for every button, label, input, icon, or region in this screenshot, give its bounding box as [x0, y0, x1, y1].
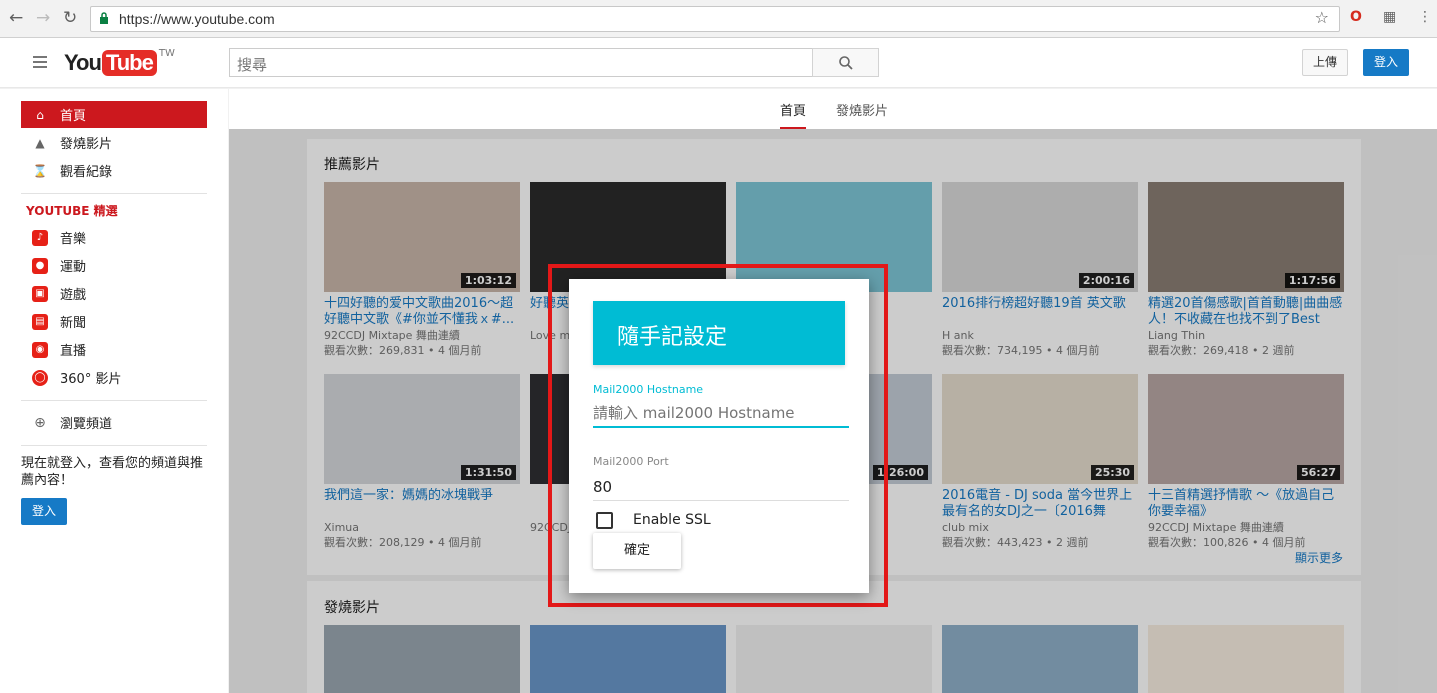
- add-circle-icon: ⊕: [34, 414, 46, 431]
- hourglass-icon: ⌛: [32, 163, 48, 178]
- extension-opera-icon[interactable]: O: [1350, 9, 1362, 25]
- sidebar-item-gaming[interactable]: ▣ 遊戲: [21, 280, 207, 307]
- sidebar-item-browse-channels[interactable]: ⊕ 瀏覽頻道: [21, 409, 207, 436]
- menu-kebab-icon[interactable]: ⋮: [1418, 9, 1432, 25]
- hostname-input[interactable]: [593, 400, 849, 426]
- sidebar-item-history[interactable]: ⌛ 觀看紀錄: [21, 157, 207, 184]
- divider: [21, 445, 207, 446]
- confirm-button[interactable]: 確定: [593, 533, 681, 569]
- back-icon[interactable]: ←: [9, 8, 23, 28]
- sidebar-item-news[interactable]: ▤ 新聞: [21, 308, 207, 335]
- extension-icon[interactable]: ▦: [1383, 9, 1396, 25]
- tab-home[interactable]: 首頁: [780, 100, 807, 129]
- hostname-underline: [593, 426, 849, 428]
- hostname-label: Mail2000 Hostname: [593, 383, 704, 396]
- browser-toolbar: ← → ↻ https://www.youtube.com ☆ O ▦ ⋮: [0, 0, 1437, 38]
- sidebar-item-trending[interactable]: ▲ 發燒影片: [21, 129, 207, 156]
- signin-button[interactable]: 登入: [1363, 49, 1409, 76]
- gamepad-icon: ▣: [32, 285, 48, 302]
- port-input[interactable]: [593, 474, 849, 500]
- guide-menu-icon[interactable]: [33, 56, 47, 68]
- region-code: TW: [158, 48, 175, 59]
- sidebar-item-live[interactable]: ◉ 直播: [21, 336, 207, 363]
- settings-dialog: 隨手記設定 Mail2000 Hostname Mail2000 Port En…: [569, 279, 869, 593]
- tab-bar: 首頁 發燒影片: [229, 89, 1437, 129]
- 360-video-icon: ◯: [32, 369, 48, 386]
- port-underline: [593, 500, 849, 501]
- news-icon: ▤: [32, 313, 48, 330]
- search-input[interactable]: 搜尋: [229, 48, 813, 77]
- sidebar-item-music[interactable]: ♪ 音樂: [21, 224, 207, 251]
- ssl-label: Enable SSL: [633, 512, 711, 528]
- search-button[interactable]: [812, 48, 879, 77]
- port-label: Mail2000 Port: [593, 455, 669, 468]
- sidebar-signin-button[interactable]: 登入: [21, 498, 67, 525]
- bookmark-star-icon[interactable]: ☆: [1315, 8, 1329, 27]
- live-broadcast-icon: ◉: [32, 341, 48, 358]
- divider: [21, 400, 207, 401]
- youtube-header: You Tube TW 搜尋 上傳 登入: [0, 38, 1437, 88]
- address-bar[interactable]: https://www.youtube.com ☆: [90, 6, 1340, 32]
- section-title-featured: YOUTUBE 精選: [26, 204, 118, 218]
- sidebar-item-sports[interactable]: ● 運動: [21, 252, 207, 279]
- flame-icon: ▲: [35, 135, 45, 150]
- upload-button[interactable]: 上傳: [1302, 49, 1348, 76]
- signin-prompt: 現在就登入，查看您的頻道與推薦內容！: [21, 456, 204, 488]
- youtube-logo[interactable]: You Tube TW: [64, 48, 175, 76]
- lock-icon: [100, 12, 108, 24]
- tab-trending[interactable]: 發燒影片: [836, 100, 888, 119]
- ssl-checkbox[interactable]: [596, 512, 613, 529]
- sidebar-item-360-video[interactable]: ◯ 360° 影片: [21, 364, 207, 391]
- home-icon: ⌂: [36, 107, 44, 122]
- sidebar-item-home[interactable]: ⌂ 首頁: [21, 101, 207, 128]
- search-icon: [839, 56, 853, 70]
- reload-icon[interactable]: ↻: [63, 8, 77, 28]
- url-text: https://www.youtube.com: [119, 11, 275, 27]
- divider: [21, 193, 207, 194]
- guide-sidebar: ⌂ 首頁 ▲ 發燒影片 ⌛ 觀看紀錄 YOUTUBE 精選 ♪ 音樂 ● 運動 …: [0, 89, 228, 693]
- music-icon: ♪: [32, 229, 48, 246]
- dialog-title: 隨手記設定: [593, 301, 845, 365]
- sports-icon: ●: [32, 257, 48, 274]
- forward-icon[interactable]: →: [36, 8, 50, 28]
